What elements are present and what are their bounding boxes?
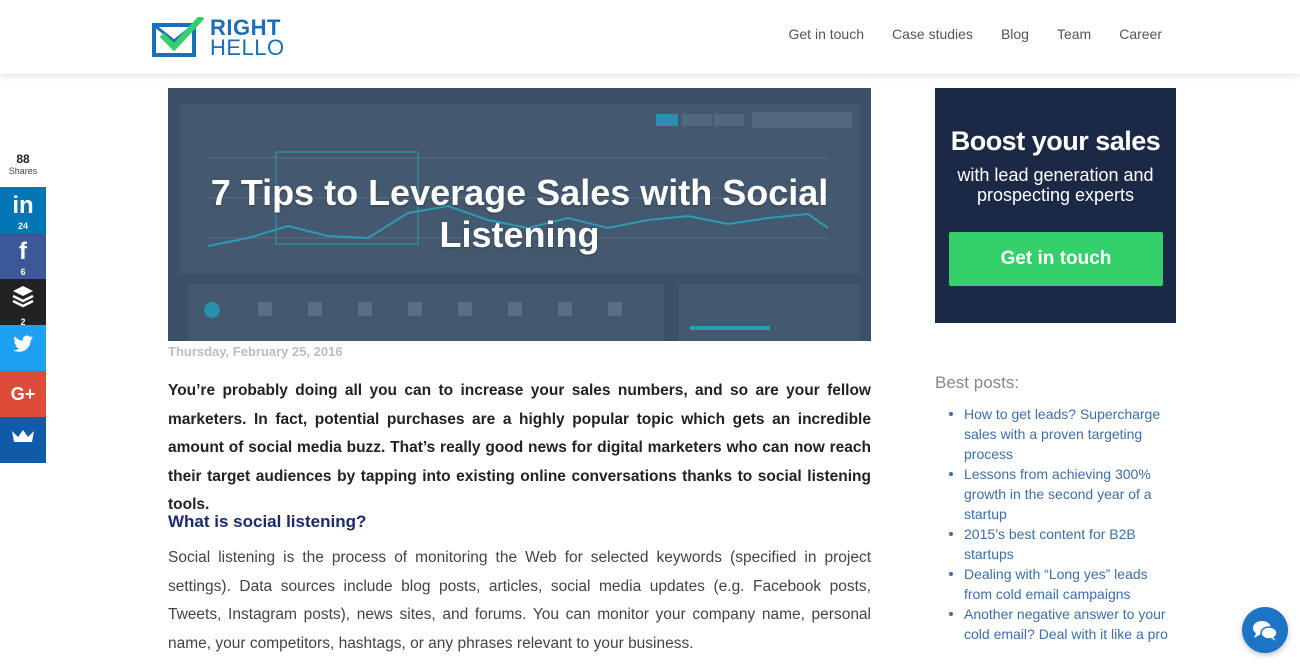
best-post-link[interactable]: Dealing with “Long yes” leads from cold … — [946, 564, 1176, 604]
section-heading: What is social listening? — [168, 512, 367, 531]
main-nav: Get in touch Case studies Blog Team Care… — [761, 26, 1163, 42]
twitter-icon — [0, 325, 46, 367]
best-post-link[interactable]: 2015’s best content for B2B startups — [946, 524, 1176, 564]
cta-subtitle: with lead generation and prospecting exp… — [957, 165, 1154, 205]
best-posts-list: How to get leads? Supercharge sales with… — [946, 404, 1176, 644]
cta-box: Boost your sales with lead generation an… — [935, 88, 1176, 323]
share-linkedin-button[interactable]: in 24 — [0, 187, 46, 233]
logo[interactable]: RIGHT HELLO — [152, 14, 285, 60]
share-twitter-button[interactable] — [0, 325, 46, 371]
get-in-touch-button[interactable]: Get in touch — [949, 232, 1163, 286]
nav-get-in-touch[interactable]: Get in touch — [789, 26, 865, 42]
share-total-label: Shares — [8, 166, 38, 176]
best-post-link[interactable]: How to get leads? Supercharge sales with… — [946, 404, 1176, 464]
share-more-button[interactable] — [0, 417, 46, 463]
article-paragraph: Social listening is the process of monit… — [168, 549, 871, 652]
share-googleplus-button[interactable]: G+ — [0, 371, 46, 417]
best-posts-heading: Best posts: — [935, 373, 1020, 392]
googleplus-icon: G+ — [10, 384, 36, 404]
linkedin-share-count: 24 — [17, 221, 28, 231]
logo-check-icon — [152, 14, 205, 59]
share-facebook-button[interactable]: f 6 — [0, 233, 46, 279]
share-buffer-button[interactable]: 2 — [0, 279, 46, 327]
article-hero-image: 7 Tips to Leverage Sales with Social Lis… — [168, 88, 871, 341]
chat-button[interactable] — [1242, 607, 1288, 653]
buffer-icon — [0, 279, 46, 317]
share-total: 88 Shares — [0, 152, 46, 176]
crown-icon — [0, 417, 46, 459]
best-post-link[interactable]: Another negative answer to your cold ema… — [946, 604, 1176, 644]
nav-career[interactable]: Career — [1119, 26, 1162, 42]
facebook-icon: f — [19, 238, 27, 265]
linkedin-icon: in — [12, 192, 34, 219]
nav-team[interactable]: Team — [1057, 26, 1091, 42]
article-title: 7 Tips to Leverage Sales with Social Lis… — [210, 172, 829, 255]
nav-blog[interactable]: Blog — [1001, 26, 1029, 42]
share-total-count: 88 — [16, 152, 30, 166]
site-header: RIGHT HELLO Get in touch Case studies Bl… — [0, 0, 1300, 74]
best-post-link[interactable]: Lessons from achieving 300% growth in th… — [946, 464, 1176, 524]
cta-title: Boost your sales — [950, 126, 1161, 156]
nav-case-studies[interactable]: Case studies — [892, 26, 973, 42]
logo-text-line2: HELLO — [210, 35, 285, 60]
facebook-share-count: 6 — [20, 267, 26, 277]
article-intro: You’re probably doing all you can to inc… — [168, 382, 871, 513]
article-date: Thursday, February 25, 2016 — [168, 344, 343, 359]
chat-bubbles-icon — [1253, 621, 1278, 641]
